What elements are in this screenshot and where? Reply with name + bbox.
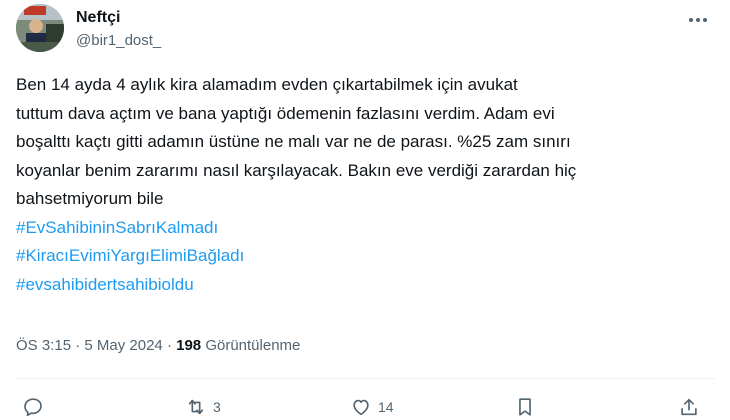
avatar-image [16, 4, 64, 52]
tweet-date: 5 May 2024 [84, 337, 163, 354]
reply-button[interactable] [22, 396, 50, 418]
views-count: 198 [176, 337, 202, 354]
views-label: Görüntülenme [201, 337, 301, 354]
hashtag-link[interactable]: #evsahibidertsahibioldu [16, 271, 716, 300]
username-handle[interactable]: @bir1_dost_ [76, 31, 161, 51]
avatar[interactable] [16, 4, 64, 52]
tweet-text-line: koyanlar benim zararımı nasıl karşılayac… [16, 160, 577, 180]
bookmark-button[interactable] [514, 396, 536, 418]
retweet-button[interactable]: 3 [185, 396, 221, 418]
heart-icon [353, 399, 369, 416]
hashtag-link[interactable]: #EvSahibininSabrıKalmadı [16, 214, 716, 243]
reply-icon [24, 398, 42, 417]
tweet-time: ÖS 3:15 [16, 337, 72, 354]
more-dots-icon [689, 18, 707, 22]
like-count: 14 [378, 399, 394, 415]
share-button[interactable] [678, 396, 700, 418]
meta-separator: · [162, 337, 177, 354]
like-button[interactable]: 14 [350, 396, 394, 418]
retweet-icon [188, 399, 204, 415]
meta-separator: · [71, 337, 85, 354]
share-icon [681, 398, 697, 416]
divider [16, 378, 716, 379]
tweet-text-line: boşalttı kaçtı gitti adamın üstüne ne ma… [16, 132, 571, 151]
hashtag-link[interactable]: #KiracıEvimiYargıElimiBağladı [16, 242, 716, 271]
bookmark-icon [519, 398, 531, 416]
tweet-text-line: tuttum dava açtım ve bana yaptığı ödemen… [16, 103, 555, 123]
display-name[interactable]: Neftçi [76, 8, 120, 28]
more-button[interactable] [684, 10, 712, 30]
retweet-count: 3 [213, 399, 221, 415]
tweet-meta: ÖS 3:15 · 5 May 2024 · 198 Görüntülenme [16, 336, 300, 356]
tweet-text-line: bahsetmiyorum bile [16, 189, 164, 208]
action-bar: 3 14 [0, 390, 730, 420]
timestamp-link[interactable]: ÖS 3:15 · 5 May 2024 [16, 337, 163, 354]
tweet-text: Ben 14 ayda 4 aylık kira alamadım evden … [16, 71, 716, 299]
tweet-text-line: Ben 14 ayda 4 aylık kira alamadım evden … [16, 75, 518, 94]
